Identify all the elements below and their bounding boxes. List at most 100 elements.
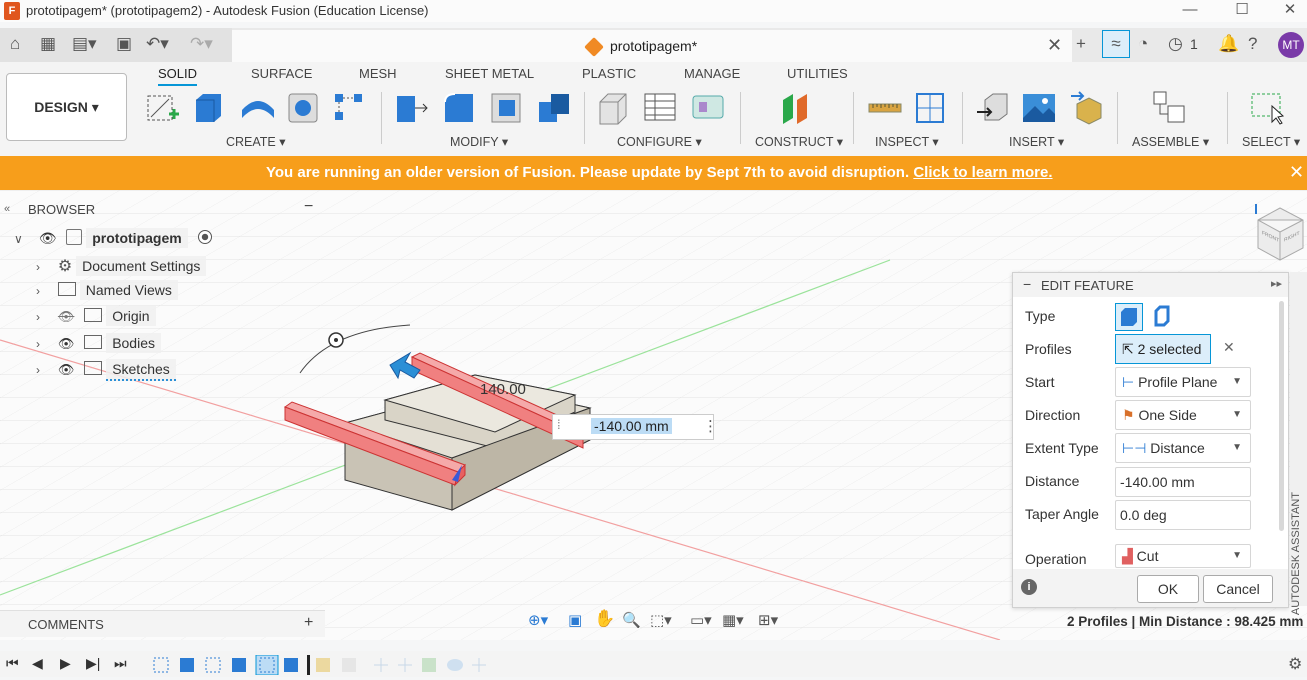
extent-type-dropdown[interactable]: ⊢⊣ Distance ▼: [1115, 433, 1251, 463]
direction-dropdown[interactable]: ⚑ One Side ▼: [1115, 400, 1251, 430]
collapse-browser-icon[interactable]: «: [4, 203, 10, 215]
tree-item-sketches[interactable]: › 👁 Sketches: [36, 359, 176, 383]
tab-sheet-metal[interactable]: SHEET METAL: [445, 66, 534, 81]
chevron-right-icon[interactable]: ›: [36, 260, 40, 274]
profiles-selection-button[interactable]: ⇱ 2 selected: [1115, 334, 1211, 364]
eye-icon[interactable]: 👁: [58, 362, 75, 377]
tree-item-bodies[interactable]: › 👁 Bodies: [36, 333, 161, 357]
revolve-icon[interactable]: [240, 90, 276, 126]
tree-item-named-views[interactable]: › Named Views: [36, 280, 178, 304]
start-dropdown[interactable]: ⊢ Profile Plane ▼: [1115, 367, 1251, 397]
modify-group-label[interactable]: MODIFY ▾: [450, 134, 508, 149]
online-status-icon[interactable]: ◔: [1138, 34, 1148, 54]
eye-icon[interactable]: 👁: [58, 336, 75, 351]
press-pull-icon[interactable]: [393, 90, 429, 126]
banner-close-icon[interactable]: ✕: [1289, 162, 1304, 183]
select-icon[interactable]: [1250, 90, 1286, 126]
construct-group-label[interactable]: CONSTRUCT ▾: [755, 134, 843, 149]
type-thin-icon[interactable]: [1149, 303, 1175, 329]
taper-angle-field[interactable]: 0.0 deg: [1115, 500, 1251, 530]
tree-item-origin[interactable]: › 👁 Origin: [36, 306, 156, 330]
pan-icon[interactable]: ✋: [594, 609, 615, 629]
viewports-icon[interactable]: ⊞▾: [758, 611, 778, 629]
chevron-right-icon[interactable]: ›: [36, 284, 40, 298]
extrude-icon[interactable]: [191, 90, 227, 126]
close-window-button[interactable]: ✕: [1270, 0, 1307, 22]
timeline-first-icon[interactable]: ⏮: [6, 655, 19, 672]
distance-value[interactable]: -140.00 mm: [1120, 474, 1195, 490]
file-menu-icon[interactable]: ▤▾: [72, 34, 97, 54]
inspect-group-label[interactable]: INSPECT ▾: [875, 134, 939, 149]
expand-dialog-icon[interactable]: ▸▸: [1271, 277, 1282, 290]
info-icon[interactable]: i: [1021, 579, 1037, 595]
add-comment-icon[interactable]: +: [304, 614, 313, 632]
display-settings-icon[interactable]: ▭▾: [690, 611, 712, 629]
cancel-button[interactable]: Cancel: [1203, 575, 1273, 603]
browser-minimize-icon[interactable]: −: [304, 198, 313, 216]
timeline-next-icon[interactable]: ▶|: [86, 655, 100, 672]
measure-icon[interactable]: [867, 90, 903, 126]
eye-hidden-icon[interactable]: 👁: [58, 309, 75, 324]
notifications-icon[interactable]: 🔔: [1218, 34, 1239, 54]
tab-utilities[interactable]: UTILITIES: [787, 66, 848, 81]
user-avatar[interactable]: MT: [1278, 32, 1304, 58]
type-solid-icon[interactable]: [1115, 303, 1143, 331]
orbit-icon[interactable]: ⊕▾: [528, 611, 548, 629]
tab-surface[interactable]: SURFACE: [251, 66, 312, 81]
assemble-group-label[interactable]: ASSEMBLE ▾: [1132, 134, 1209, 149]
insert-derive-icon[interactable]: [975, 90, 1011, 126]
help-icon[interactable]: ?: [1248, 34, 1257, 54]
insert-mcmaster-icon[interactable]: [1069, 90, 1105, 126]
chevron-down-icon[interactable]: ∨: [14, 232, 23, 246]
save-icon[interactable]: ▣: [116, 34, 132, 54]
collapse-dialog-icon[interactable]: −: [1023, 276, 1031, 292]
clear-selection-icon[interactable]: ✕: [1223, 339, 1235, 356]
new-tab-icon[interactable]: +: [1076, 34, 1086, 54]
drag-handle-icon[interactable]: ⁞: [557, 417, 561, 432]
configure-group-label[interactable]: CONFIGURE ▾: [617, 134, 702, 149]
distance-field[interactable]: -140.00 mm: [1115, 467, 1251, 497]
document-tab[interactable]: prototipagem* ✕: [232, 30, 1072, 62]
job-status-icon[interactable]: ◷: [1168, 34, 1183, 54]
dialog-scrollbar[interactable]: [1279, 301, 1284, 531]
extensions-icon[interactable]: ≈: [1102, 30, 1130, 58]
timeline-features[interactable]: [152, 653, 492, 676]
grid-apps-icon[interactable]: ▦: [40, 34, 56, 54]
look-at-icon[interactable]: ▣: [568, 611, 582, 629]
maximize-button[interactable]: ☐: [1222, 0, 1262, 22]
hole-icon[interactable]: [286, 90, 322, 126]
configure-box-icon[interactable]: [596, 90, 632, 126]
fit-icon[interactable]: ⬚▾: [650, 611, 672, 629]
timeline-previous-icon[interactable]: ◀: [32, 655, 43, 672]
close-tab-icon[interactable]: ✕: [1047, 35, 1062, 56]
configure-rules-icon[interactable]: [691, 90, 727, 126]
tree-root[interactable]: ∨ 👁 prototipagem: [14, 228, 212, 251]
tab-manage[interactable]: MANAGE: [684, 66, 740, 81]
offset-plane-icon[interactable]: [779, 90, 815, 126]
tab-mesh[interactable]: MESH: [359, 66, 397, 81]
ok-button[interactable]: OK: [1137, 575, 1199, 603]
shell-icon[interactable]: [489, 90, 525, 126]
pattern-icon[interactable]: [332, 90, 368, 126]
fillet-icon[interactable]: [441, 90, 477, 126]
grid-settings-icon[interactable]: ▦▾: [722, 611, 744, 629]
more-options-icon[interactable]: ⋮: [703, 417, 718, 435]
chevron-right-icon[interactable]: ›: [36, 337, 40, 351]
chevron-right-icon[interactable]: ›: [36, 363, 40, 377]
create-sketch-icon[interactable]: [145, 90, 181, 126]
timeline-last-icon[interactable]: ⏭: [114, 655, 127, 672]
tab-plastic[interactable]: PLASTIC: [582, 66, 636, 81]
new-component-icon[interactable]: [1152, 90, 1188, 126]
tab-solid[interactable]: SOLID: [158, 66, 198, 86]
redo-icon[interactable]: ↷▾: [190, 34, 213, 54]
tree-item-document-settings[interactable]: › ⚙ Document Settings: [36, 256, 207, 278]
minimize-button[interactable]: —: [1170, 0, 1210, 22]
home-icon[interactable]: ⌂: [10, 34, 20, 54]
section-analysis-icon[interactable]: [913, 90, 949, 126]
combine-icon[interactable]: [537, 90, 573, 126]
timeline-play-icon[interactable]: ▶: [60, 655, 71, 672]
taper-angle-value[interactable]: 0.0 deg: [1120, 507, 1167, 523]
insert-group-label[interactable]: INSERT ▾: [1009, 134, 1064, 149]
activate-radio-icon[interactable]: [197, 230, 212, 244]
eye-icon[interactable]: 👁: [39, 230, 57, 246]
